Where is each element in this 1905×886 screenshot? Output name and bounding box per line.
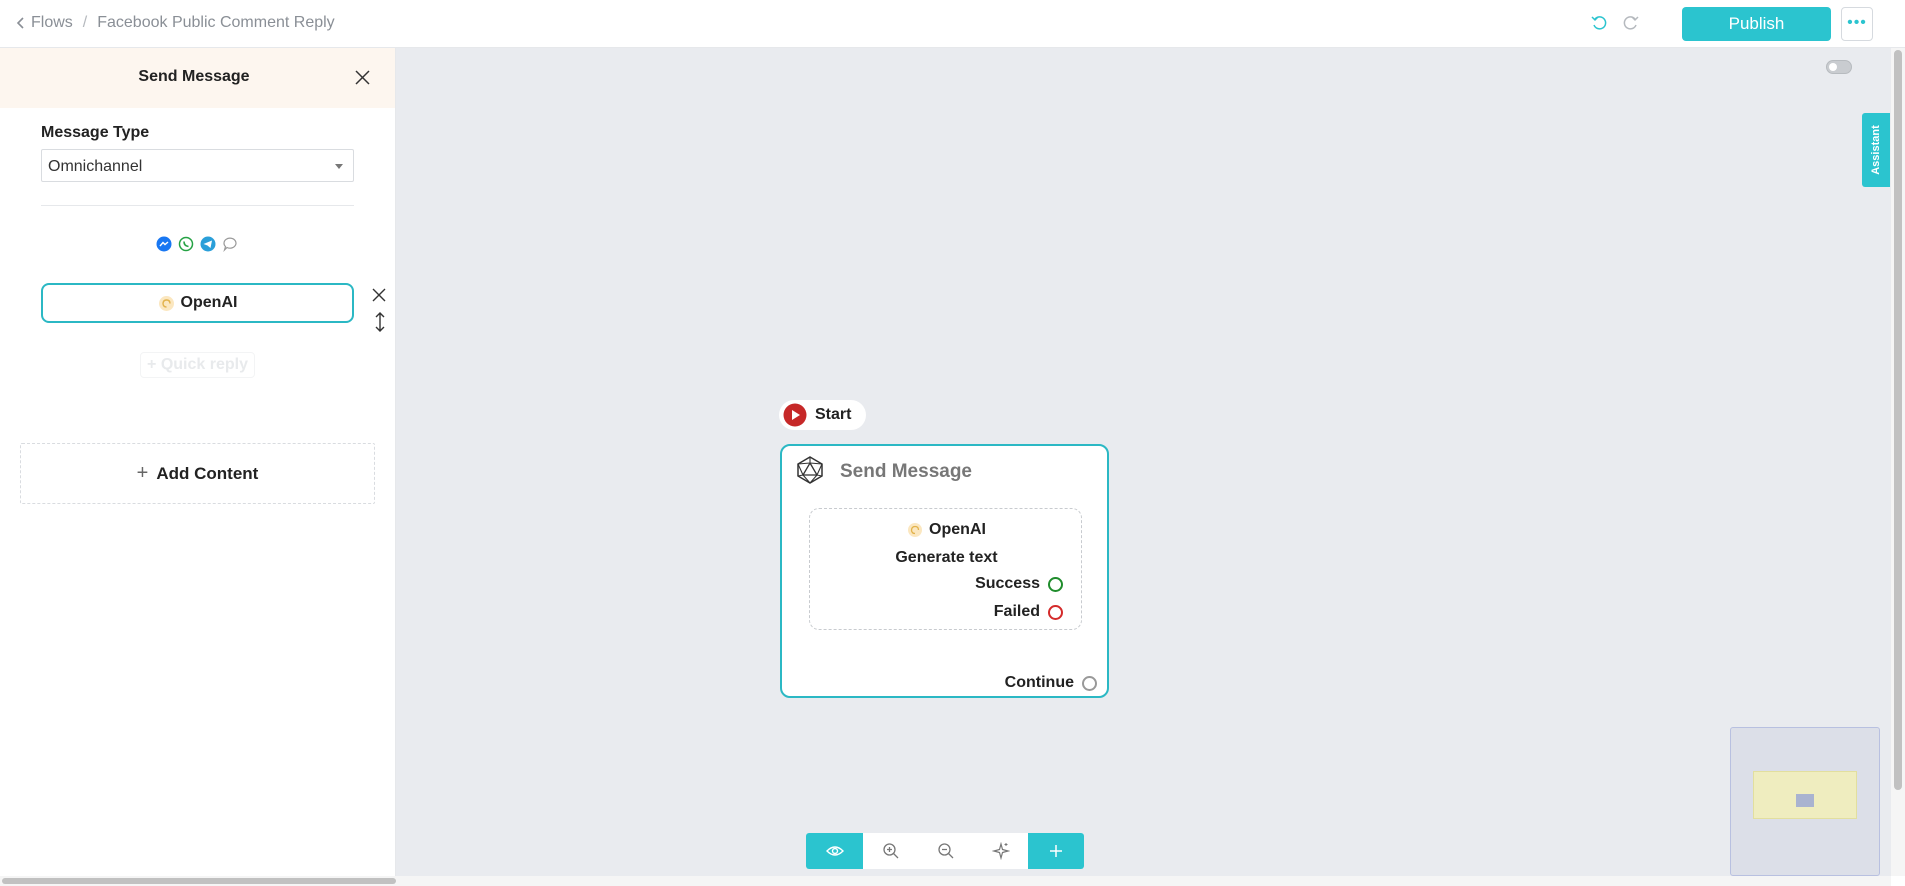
start-label: Start	[815, 406, 852, 423]
success-port[interactable]	[1048, 576, 1063, 592]
zoom-in-icon	[882, 843, 898, 859]
more-options-button[interactable]: •••	[1841, 7, 1873, 41]
failed-port[interactable]	[1048, 604, 1063, 620]
minimap[interactable]	[1730, 727, 1880, 876]
eye-icon	[825, 846, 844, 856]
divider	[41, 205, 354, 206]
zoom-out-button[interactable]	[918, 833, 973, 869]
success-port-row: Success	[975, 575, 1063, 593]
breadcrumb-current: Facebook Public Comment Reply	[97, 14, 335, 31]
top-bar: Flows / Facebook Public Comment Reply Pu…	[0, 0, 1905, 48]
publish-button[interactable]: Publish	[1682, 7, 1831, 41]
canvas-toolbar	[806, 833, 1084, 869]
telegram-icon	[200, 236, 216, 252]
assistant-tab[interactable]: Assistant	[1862, 113, 1890, 187]
zoom-in-button[interactable]	[863, 833, 918, 869]
remove-item-icon[interactable]	[371, 287, 387, 303]
continue-port-row: Continue	[1005, 674, 1097, 692]
horizontal-scrollbar-thumb[interactable]	[2, 878, 396, 884]
canvas-toggle-switch[interactable]	[1826, 60, 1852, 74]
quick-reply-button[interactable]: + Quick reply	[140, 352, 255, 378]
integration-title: OpenAI	[810, 521, 1083, 539]
sparkle-icon	[991, 842, 1010, 860]
node-title: Send Message	[840, 461, 972, 482]
message-type-select[interactable]: Omnichannel	[41, 149, 354, 182]
action-label: Generate text	[895, 549, 998, 566]
flow-canvas[interactable]	[396, 48, 1891, 876]
auto-layout-button[interactable]	[973, 833, 1028, 869]
minimap-node	[1796, 794, 1814, 807]
send-message-panel: Send Message Message Type Omnichannel Op…	[0, 48, 396, 876]
play-icon	[783, 403, 807, 427]
openai-icon	[908, 523, 923, 537]
messenger-icon	[156, 236, 172, 252]
breadcrumb-flows-link[interactable]: Flows	[31, 14, 73, 32]
channel-icons	[156, 236, 238, 252]
send-message-node[interactable]: Send Message OpenAI Generate text Succes…	[780, 444, 1109, 698]
drag-handle-icon[interactable]	[372, 311, 388, 333]
node-content-block[interactable]: OpenAI Generate text Success Failed	[809, 508, 1082, 630]
content-item-label: OpenAI	[180, 294, 238, 311]
integration-label: OpenAI	[929, 521, 986, 538]
vertical-scrollbar-thumb[interactable]	[1894, 50, 1902, 790]
failed-label: Failed	[993, 603, 1040, 620]
add-content-label: Add Content	[156, 463, 259, 483]
horizontal-scrollbar[interactable]	[0, 876, 1891, 886]
close-icon[interactable]	[354, 69, 371, 86]
message-type-label: Message Type	[41, 124, 150, 141]
openai-icon	[158, 295, 174, 311]
breadcrumb: Flows / Facebook Public Comment Reply	[14, 14, 335, 32]
failed-port-row: Failed	[994, 603, 1063, 621]
add-content-button[interactable]: + Add Content	[20, 443, 375, 504]
whatsapp-icon	[178, 236, 194, 252]
icosahedron-icon	[797, 456, 823, 484]
plus-icon: +	[136, 462, 149, 484]
chat-bubble-icon	[223, 237, 237, 252]
message-type-value: Omnichannel	[48, 158, 143, 175]
chevron-left-icon[interactable]	[14, 15, 28, 31]
continue-port[interactable]	[1082, 675, 1097, 691]
caret-down-icon	[335, 164, 343, 169]
add-node-button[interactable]	[1028, 833, 1084, 869]
vertical-scrollbar[interactable]	[1891, 48, 1905, 876]
zoom-out-icon	[937, 843, 953, 859]
content-item-openai[interactable]: OpenAI	[41, 283, 354, 323]
panel-header: Send Message	[0, 48, 395, 108]
assistant-tab-label: Assistant	[1870, 125, 1882, 175]
preview-button[interactable]	[806, 833, 863, 869]
undo-icon[interactable]	[1590, 14, 1608, 32]
plus-icon	[1050, 845, 1062, 857]
start-node[interactable]: Start	[779, 400, 866, 430]
redo-icon[interactable]	[1622, 14, 1640, 32]
panel-title: Send Message	[138, 68, 250, 85]
continue-label: Continue	[1004, 674, 1074, 691]
breadcrumb-separator: /	[82, 14, 88, 31]
success-label: Success	[975, 575, 1040, 592]
